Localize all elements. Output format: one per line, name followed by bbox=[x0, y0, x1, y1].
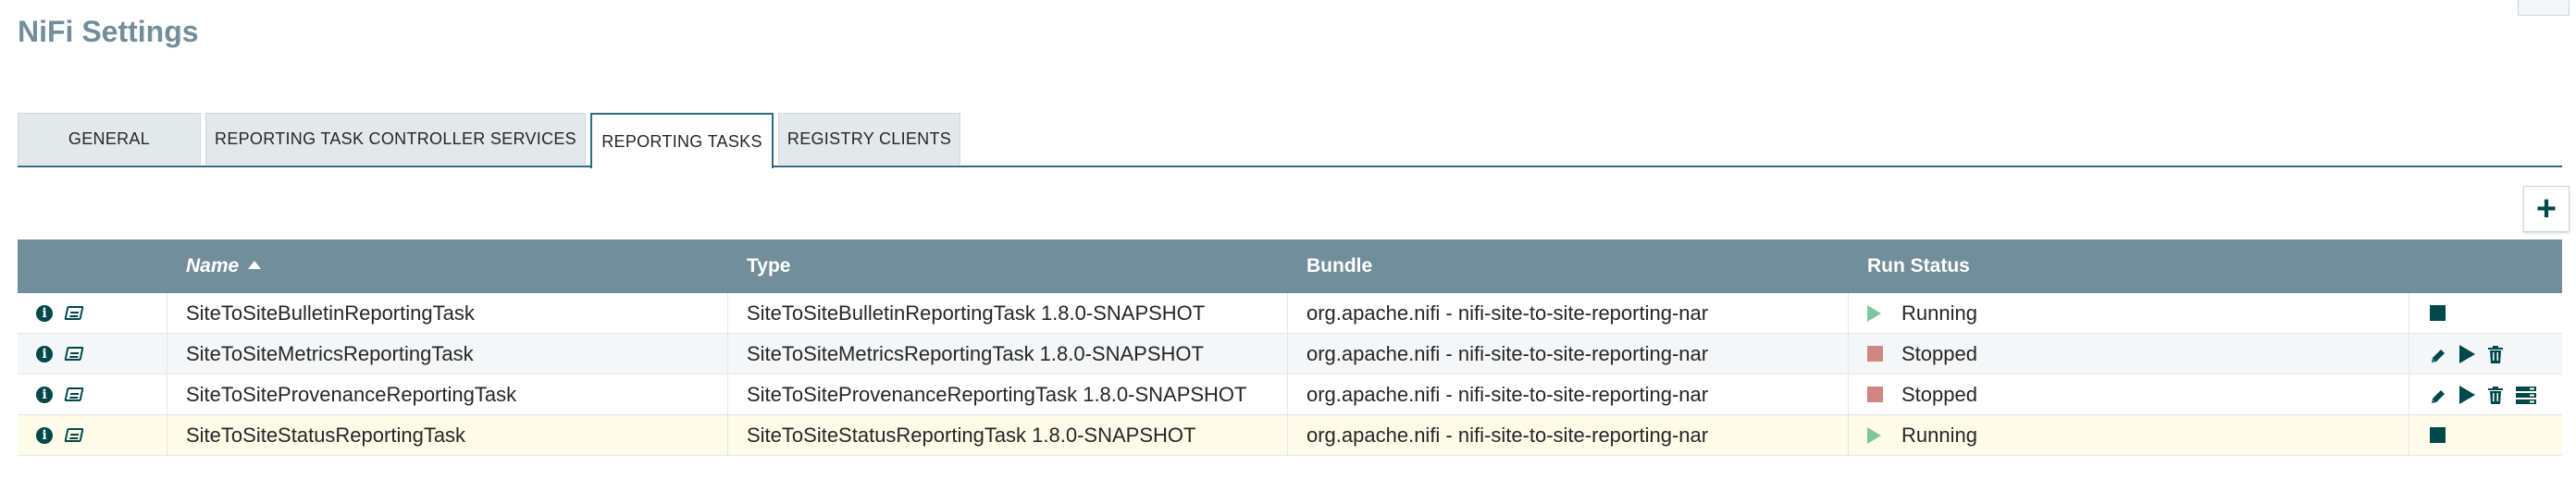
header-name-label: Name bbox=[186, 255, 240, 276]
run-status-label: Running bbox=[1901, 423, 1977, 447]
name-cell: SiteToSiteBulletinReportingTask bbox=[167, 293, 728, 333]
running-icon bbox=[1867, 426, 1881, 444]
table-header: Name Type Bundle Run Status bbox=[18, 240, 2562, 293]
row-info-cell: i bbox=[18, 334, 167, 374]
header-run-status[interactable]: Run Status bbox=[1849, 255, 2409, 277]
row-actions-cell bbox=[2409, 415, 2562, 455]
table-row-selected[interactable]: i SiteToSiteStatusReportingTask SiteToSi… bbox=[18, 415, 2562, 456]
reporting-tasks-table: Name Type Bundle Run Status i SiteToSite… bbox=[18, 240, 2562, 456]
row-info-cell: i bbox=[18, 375, 167, 414]
delete-icon[interactable] bbox=[2488, 345, 2503, 363]
usage-book-icon[interactable] bbox=[64, 428, 84, 442]
table-row[interactable]: i SiteToSiteBulletinReportingTask SiteTo… bbox=[18, 293, 2562, 334]
nifi-settings-page: NiFi Settings GENERAL REPORTING TASK CON… bbox=[0, 0, 2576, 479]
plus-icon: + bbox=[2535, 189, 2557, 228]
row-actions-cell bbox=[2409, 334, 2562, 374]
type-cell: SiteToSiteStatusReportingTask 1.8.0-SNAP… bbox=[728, 415, 1288, 455]
settings-tabs: GENERAL REPORTING TASK CONTROLLER SERVIC… bbox=[18, 113, 2562, 168]
stop-icon[interactable] bbox=[2430, 305, 2446, 321]
bundle-cell: org.apache.nifi - nifi-site-to-site-repo… bbox=[1288, 293, 1849, 333]
type-cell: SiteToSiteMetricsReportingTask 1.8.0-SNA… bbox=[728, 334, 1288, 374]
run-status-label: Stopped bbox=[1901, 382, 1977, 406]
running-icon bbox=[1867, 304, 1881, 322]
table-row[interactable]: i SiteToSiteMetricsReportingTask SiteToS… bbox=[18, 334, 2562, 375]
usage-book-icon[interactable] bbox=[64, 347, 84, 361]
edit-icon[interactable] bbox=[2430, 346, 2446, 362]
type-cell: SiteToSiteProvenanceReportingTask 1.8.0-… bbox=[728, 375, 1288, 414]
tabs-divider bbox=[18, 166, 2562, 167]
edit-icon[interactable] bbox=[2430, 387, 2446, 403]
name-cell: SiteToSiteMetricsReportingTask bbox=[167, 334, 728, 374]
usage-book-icon[interactable] bbox=[64, 387, 84, 401]
info-icon[interactable]: i bbox=[36, 304, 53, 322]
name-cell: SiteToSiteStatusReportingTask bbox=[167, 415, 728, 455]
tab-reporting-task-controller-services[interactable]: REPORTING TASK CONTROLLER SERVICES bbox=[205, 113, 586, 165]
table-row[interactable]: i SiteToSiteProvenanceReportingTask Site… bbox=[18, 375, 2562, 415]
info-icon[interactable]: i bbox=[36, 345, 53, 362]
sort-ascending-icon bbox=[248, 260, 262, 269]
header-type[interactable]: Type bbox=[728, 255, 1288, 277]
info-icon[interactable]: i bbox=[36, 426, 53, 444]
view-state-icon[interactable] bbox=[2516, 386, 2536, 404]
row-actions-cell bbox=[2409, 375, 2562, 414]
run-status-cell: Stopped bbox=[1849, 334, 2409, 374]
stopped-icon bbox=[1867, 387, 1883, 402]
header-name[interactable]: Name bbox=[167, 255, 728, 277]
usage-book-icon[interactable] bbox=[64, 306, 84, 320]
bundle-cell: org.apache.nifi - nifi-site-to-site-repo… bbox=[1288, 375, 1849, 414]
bundle-cell: org.apache.nifi - nifi-site-to-site-repo… bbox=[1288, 334, 1849, 374]
tab-registry-clients[interactable]: REGISTRY CLIENTS bbox=[778, 113, 960, 165]
info-icon[interactable]: i bbox=[36, 386, 53, 403]
start-icon[interactable] bbox=[2459, 344, 2475, 363]
add-reporting-task-button[interactable]: + bbox=[2523, 186, 2570, 232]
tab-reporting-tasks[interactable]: REPORTING TASKS bbox=[590, 113, 774, 168]
header-bundle[interactable]: Bundle bbox=[1288, 255, 1849, 277]
run-status-cell: Running bbox=[1849, 293, 2409, 333]
name-cell: SiteToSiteProvenanceReportingTask bbox=[167, 375, 728, 414]
page-title: NiFi Settings bbox=[18, 15, 199, 48]
row-actions-cell bbox=[2409, 293, 2562, 333]
delete-icon[interactable] bbox=[2488, 386, 2503, 404]
start-icon[interactable] bbox=[2459, 385, 2475, 404]
row-info-cell: i bbox=[18, 415, 167, 455]
run-status-label: Stopped bbox=[1901, 341, 1977, 365]
type-cell: SiteToSiteBulletinReportingTask 1.8.0-SN… bbox=[728, 293, 1288, 333]
run-status-label: Running bbox=[1901, 301, 1977, 325]
row-info-cell: i bbox=[18, 293, 167, 333]
stopped-icon bbox=[1867, 346, 1883, 362]
stop-icon[interactable] bbox=[2430, 427, 2446, 443]
bundle-cell: org.apache.nifi - nifi-site-to-site-repo… bbox=[1288, 415, 1849, 455]
run-status-cell: Running bbox=[1849, 415, 2409, 455]
close-button[interactable] bbox=[2518, 0, 2570, 16]
tab-general[interactable]: GENERAL bbox=[18, 113, 201, 165]
run-status-cell: Stopped bbox=[1849, 375, 2409, 414]
